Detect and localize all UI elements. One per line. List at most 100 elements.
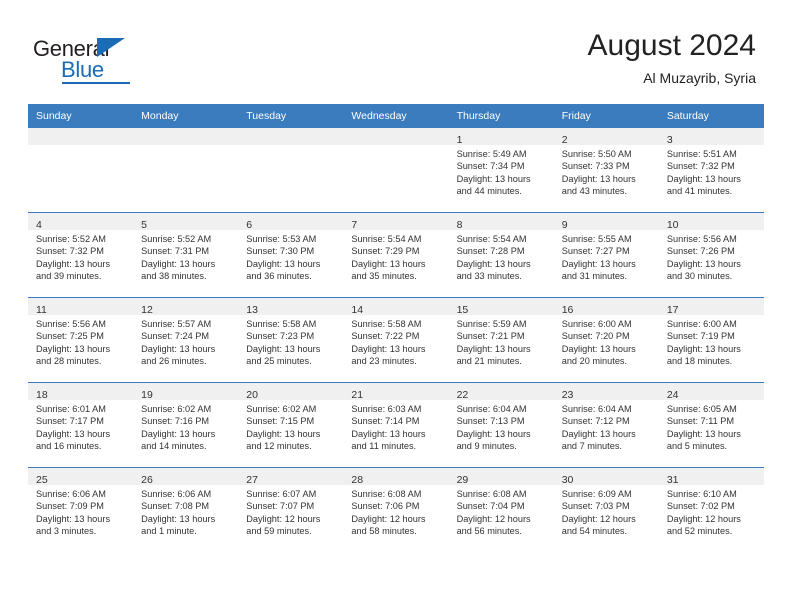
title-block: August 2024 Al Muzayrib, Syria: [588, 28, 756, 88]
day-cell-inner: [133, 128, 239, 212]
day-number-band: 5: [133, 213, 239, 231]
day-details: Sunrise: 6:08 AM Sunset: 7:06 PM Daylight:…: [343, 485, 448, 538]
sunset-text: Sunset: 7:34 PM: [456, 161, 525, 172]
calendar-day-cell[interactable]: 28 Sunrise: 6:08 AM Sunset: 7:06 PM Dayligh…: [343, 467, 449, 552]
calendar-day-cell[interactable]: 14 Sunrise: 5:58 AM Sunset: 7:22 PM Dayligh…: [343, 297, 449, 383]
calendar-day-cell[interactable]: 30 Sunrise: 6:09 AM Sunset: 7:03 PM Dayligh…: [553, 467, 659, 552]
day-number: 11: [36, 304, 47, 316]
day-number-band: [238, 128, 344, 145]
day-cell-inner: 24 Sunrise: 6:05 AM Sunset: 7:11 PM Dayligh…: [658, 383, 764, 467]
calendar-day-cell[interactable]: 26 Sunrise: 6:06 AM Sunset: 7:08 PM Dayligh…: [133, 467, 239, 552]
day-number-band: 16: [553, 298, 659, 316]
calendar-day-cell[interactable]: 5 Sunrise: 5:52 AM Sunset: 7:31 PM Daylight…: [133, 212, 239, 298]
calendar-day-cell[interactable]: 4 Sunrise: 5:52 AM Sunset: 7:32 PM Daylight…: [28, 212, 134, 298]
calendar-day-cell[interactable]: 13 Sunrise: 5:58 AM Sunset: 7:23 PM Dayligh…: [238, 297, 344, 383]
calendar-day-cell[interactable]: 27 Sunrise: 6:07 AM Sunset: 7:07 PM Dayligh…: [238, 467, 344, 552]
day-number-band: 7: [343, 213, 449, 231]
page-title: August 2024: [587, 29, 756, 62]
daylight-text: Daylight: 13 hours and 31 minutes.: [561, 258, 636, 282]
day-number-band: 11: [28, 298, 134, 316]
calendar-day-cell[interactable]: 3 Sunrise: 5:51 AM Sunset: 7:32 PM Daylight…: [658, 127, 764, 213]
daylight-text: Daylight: 12 hours and 56 minutes.: [456, 513, 531, 537]
calendar-day-cell[interactable]: 7 Sunrise: 5:54 AM Sunset: 7:29 PM Daylight…: [343, 212, 449, 298]
calendar-day-cell[interactable]: 15 Sunrise: 5:59 AM Sunset: 7:21 PM Dayligh…: [448, 297, 554, 383]
calendar-day-cell[interactable]: 12 Sunrise: 5:57 AM Sunset: 7:24 PM Dayligh…: [133, 297, 239, 383]
day-details: Sunrise: 5:52 AM Sunset: 7:32 PM Daylight:…: [28, 230, 133, 283]
sunset-text: Sunset: 7:27 PM: [561, 246, 630, 257]
calendar-day-cell[interactable]: 24 Sunrise: 6:05 AM Sunset: 7:11 PM Dayligh…: [658, 382, 764, 468]
calendar-day-cell[interactable]: 16 Sunrise: 6:00 AM Sunset: 7:20 PM Dayligh…: [553, 297, 659, 383]
day-number-band: 25: [28, 468, 134, 486]
calendar-table: Sunday Monday Tuesday Wednesday Thursday Frid…: [28, 104, 764, 552]
sunrise-text: Sunrise: 5:57 AM: [141, 319, 212, 329]
day-number: 15: [456, 304, 469, 316]
day-number-band: 21: [343, 383, 449, 401]
sunset-text: Sunset: 7:04 PM: [456, 501, 525, 512]
daylight-text: Daylight: 13 hours and 1 minute.: [141, 513, 216, 537]
day-number-band: 2: [553, 128, 659, 146]
day-cell-inner: 22 Sunrise: 6:04 AM Sunset: 7:13 PM Dayligh…: [448, 383, 554, 467]
day-details: Sunrise: 6:01 AM Sunset: 7:17 PM Daylight:…: [28, 400, 133, 453]
sunrise-text: Sunrise: 5:58 AM: [351, 319, 422, 329]
sunset-text: Sunset: 7:21 PM: [456, 331, 525, 342]
day-cell-inner: 17 Sunrise: 6:00 AM Sunset: 7:19 PM Dayligh…: [658, 298, 764, 382]
calendar-day-cell[interactable]: 21 Sunrise: 6:03 AM Sunset: 7:14 PM Dayligh…: [343, 382, 449, 468]
day-cell-inner: [238, 128, 344, 212]
sunrise-text: Sunrise: 5:55 AM: [561, 234, 632, 244]
day-details: Sunrise: 5:59 AM Sunset: 7:21 PM Daylight:…: [449, 315, 554, 368]
sunrise-text: Sunrise: 6:01 AM: [36, 404, 106, 414]
sunrise-text: Sunrise: 6:04 AM: [456, 404, 527, 414]
calendar-day-cell[interactable]: 1 Sunrise: 5:49 AM Sunset: 7:34 PM Daylight…: [448, 127, 554, 213]
day-cell-inner: 8 Sunrise: 5:54 AM Sunset: 7:28 PM Daylight…: [448, 213, 554, 297]
daylight-text: Daylight: 13 hours and 5 minutes.: [666, 428, 741, 452]
sunset-text: Sunset: 7:03 PM: [561, 501, 630, 512]
daylight-text: Daylight: 13 hours and 16 minutes.: [36, 428, 111, 452]
calendar-day-cell[interactable]: 25 Sunrise: 6:06 AM Sunset: 7:09 PM Dayligh…: [28, 467, 134, 552]
calendar-day-cell[interactable]: 18 Sunrise: 6:01 AM Sunset: 7:17 PM Dayligh…: [28, 382, 134, 468]
calendar-day-cell[interactable]: 6 Sunrise: 5:53 AM Sunset: 7:30 PM Daylight…: [238, 212, 344, 298]
sunset-text: Sunset: 7:31 PM: [141, 246, 210, 257]
day-cell-inner: 27 Sunrise: 6:07 AM Sunset: 7:07 PM Dayligh…: [238, 468, 344, 552]
sunrise-text: Sunrise: 6:04 AM: [561, 404, 632, 414]
day-number-band: 4: [28, 213, 134, 231]
calendar-day-cell[interactable]: 20 Sunrise: 6:02 AM Sunset: 7:15 PM Dayligh…: [238, 382, 344, 468]
day-cell-inner: [343, 128, 449, 212]
day-cell-inner: 20 Sunrise: 6:02 AM Sunset: 7:15 PM Dayligh…: [238, 383, 344, 467]
day-number: 26: [141, 474, 153, 486]
calendar-day-cell[interactable]: 10 Sunrise: 5:56 AM Sunset: 7:26 PM Dayligh…: [658, 212, 764, 298]
logo-underline: [62, 82, 130, 84]
day-number-band: 15: [448, 298, 554, 316]
day-number: 2: [561, 134, 568, 146]
calendar-day-cell[interactable]: 22 Sunrise: 6:04 AM Sunset: 7:13 PM Dayligh…: [448, 382, 554, 468]
calendar-day-cell[interactable]: 8 Sunrise: 5:54 AM Sunset: 7:28 PM Daylight…: [448, 212, 554, 298]
day-number-band: 30: [553, 468, 659, 486]
calendar-day-cell[interactable]: 11 Sunrise: 5:56 AM Sunset: 7:25 PM Dayligh…: [28, 297, 134, 383]
day-number: 21: [351, 389, 364, 401]
day-cell-inner: 2 Sunrise: 5:50 AM Sunset: 7:33 PM Daylight…: [553, 128, 659, 212]
calendar-week-row: 4 Sunrise: 5:52 AM Sunset: 7:32 PM Daylight…: [28, 212, 764, 298]
day-details: Sunrise: 5:57 AM Sunset: 7:24 PM Daylight:…: [133, 315, 238, 368]
calendar-body: 1 Sunrise: 5:49 AM Sunset: 7:34 PM Daylight…: [28, 127, 764, 552]
calendar-day-cell[interactable]: 17 Sunrise: 6:00 AM Sunset: 7:19 PM Dayligh…: [658, 297, 764, 383]
daylight-text: Daylight: 13 hours and 18 minutes.: [666, 343, 741, 367]
calendar-day-cell[interactable]: 29 Sunrise: 6:08 AM Sunset: 7:04 PM Dayligh…: [448, 467, 554, 552]
sunrise-text: Sunrise: 5:49 AM: [456, 149, 527, 159]
day-number: 13: [246, 304, 258, 316]
calendar-day-cell[interactable]: 2 Sunrise: 5:50 AM Sunset: 7:33 PM Daylight…: [553, 127, 659, 213]
day-cell-inner: 11 Sunrise: 5:56 AM Sunset: 7:25 PM Dayligh…: [28, 298, 134, 382]
calendar-day-cell[interactable]: 9 Sunrise: 5:55 AM Sunset: 7:27 PM Daylight…: [553, 212, 659, 298]
daylight-text: Daylight: 13 hours and 9 minutes.: [456, 428, 531, 452]
day-number-band: [343, 128, 449, 145]
day-number: 1: [456, 134, 463, 146]
day-number-band: 3: [658, 128, 764, 146]
day-number: 19: [141, 389, 153, 401]
general-blue-logo[interactable]: General Blue: [33, 36, 233, 86]
calendar-day-cell[interactable]: 23 Sunrise: 6:04 AM Sunset: 7:12 PM Dayligh…: [553, 382, 659, 468]
sunset-text: Sunset: 7:32 PM: [666, 161, 735, 172]
calendar-day-cell[interactable]: 19 Sunrise: 6:02 AM Sunset: 7:16 PM Dayligh…: [133, 382, 239, 468]
sunrise-text: Sunrise: 6:07 AM: [246, 489, 317, 499]
calendar-day-cell[interactable]: 31 Sunrise: 6:10 AM Sunset: 7:02 PM Dayligh…: [658, 467, 764, 552]
sunrise-text: Sunrise: 6:06 AM: [36, 489, 106, 499]
day-details: Sunrise: 5:49 AM Sunset: 7:34 PM Daylight:…: [449, 145, 554, 198]
sunrise-text: Sunrise: 6:08 AM: [456, 489, 527, 499]
